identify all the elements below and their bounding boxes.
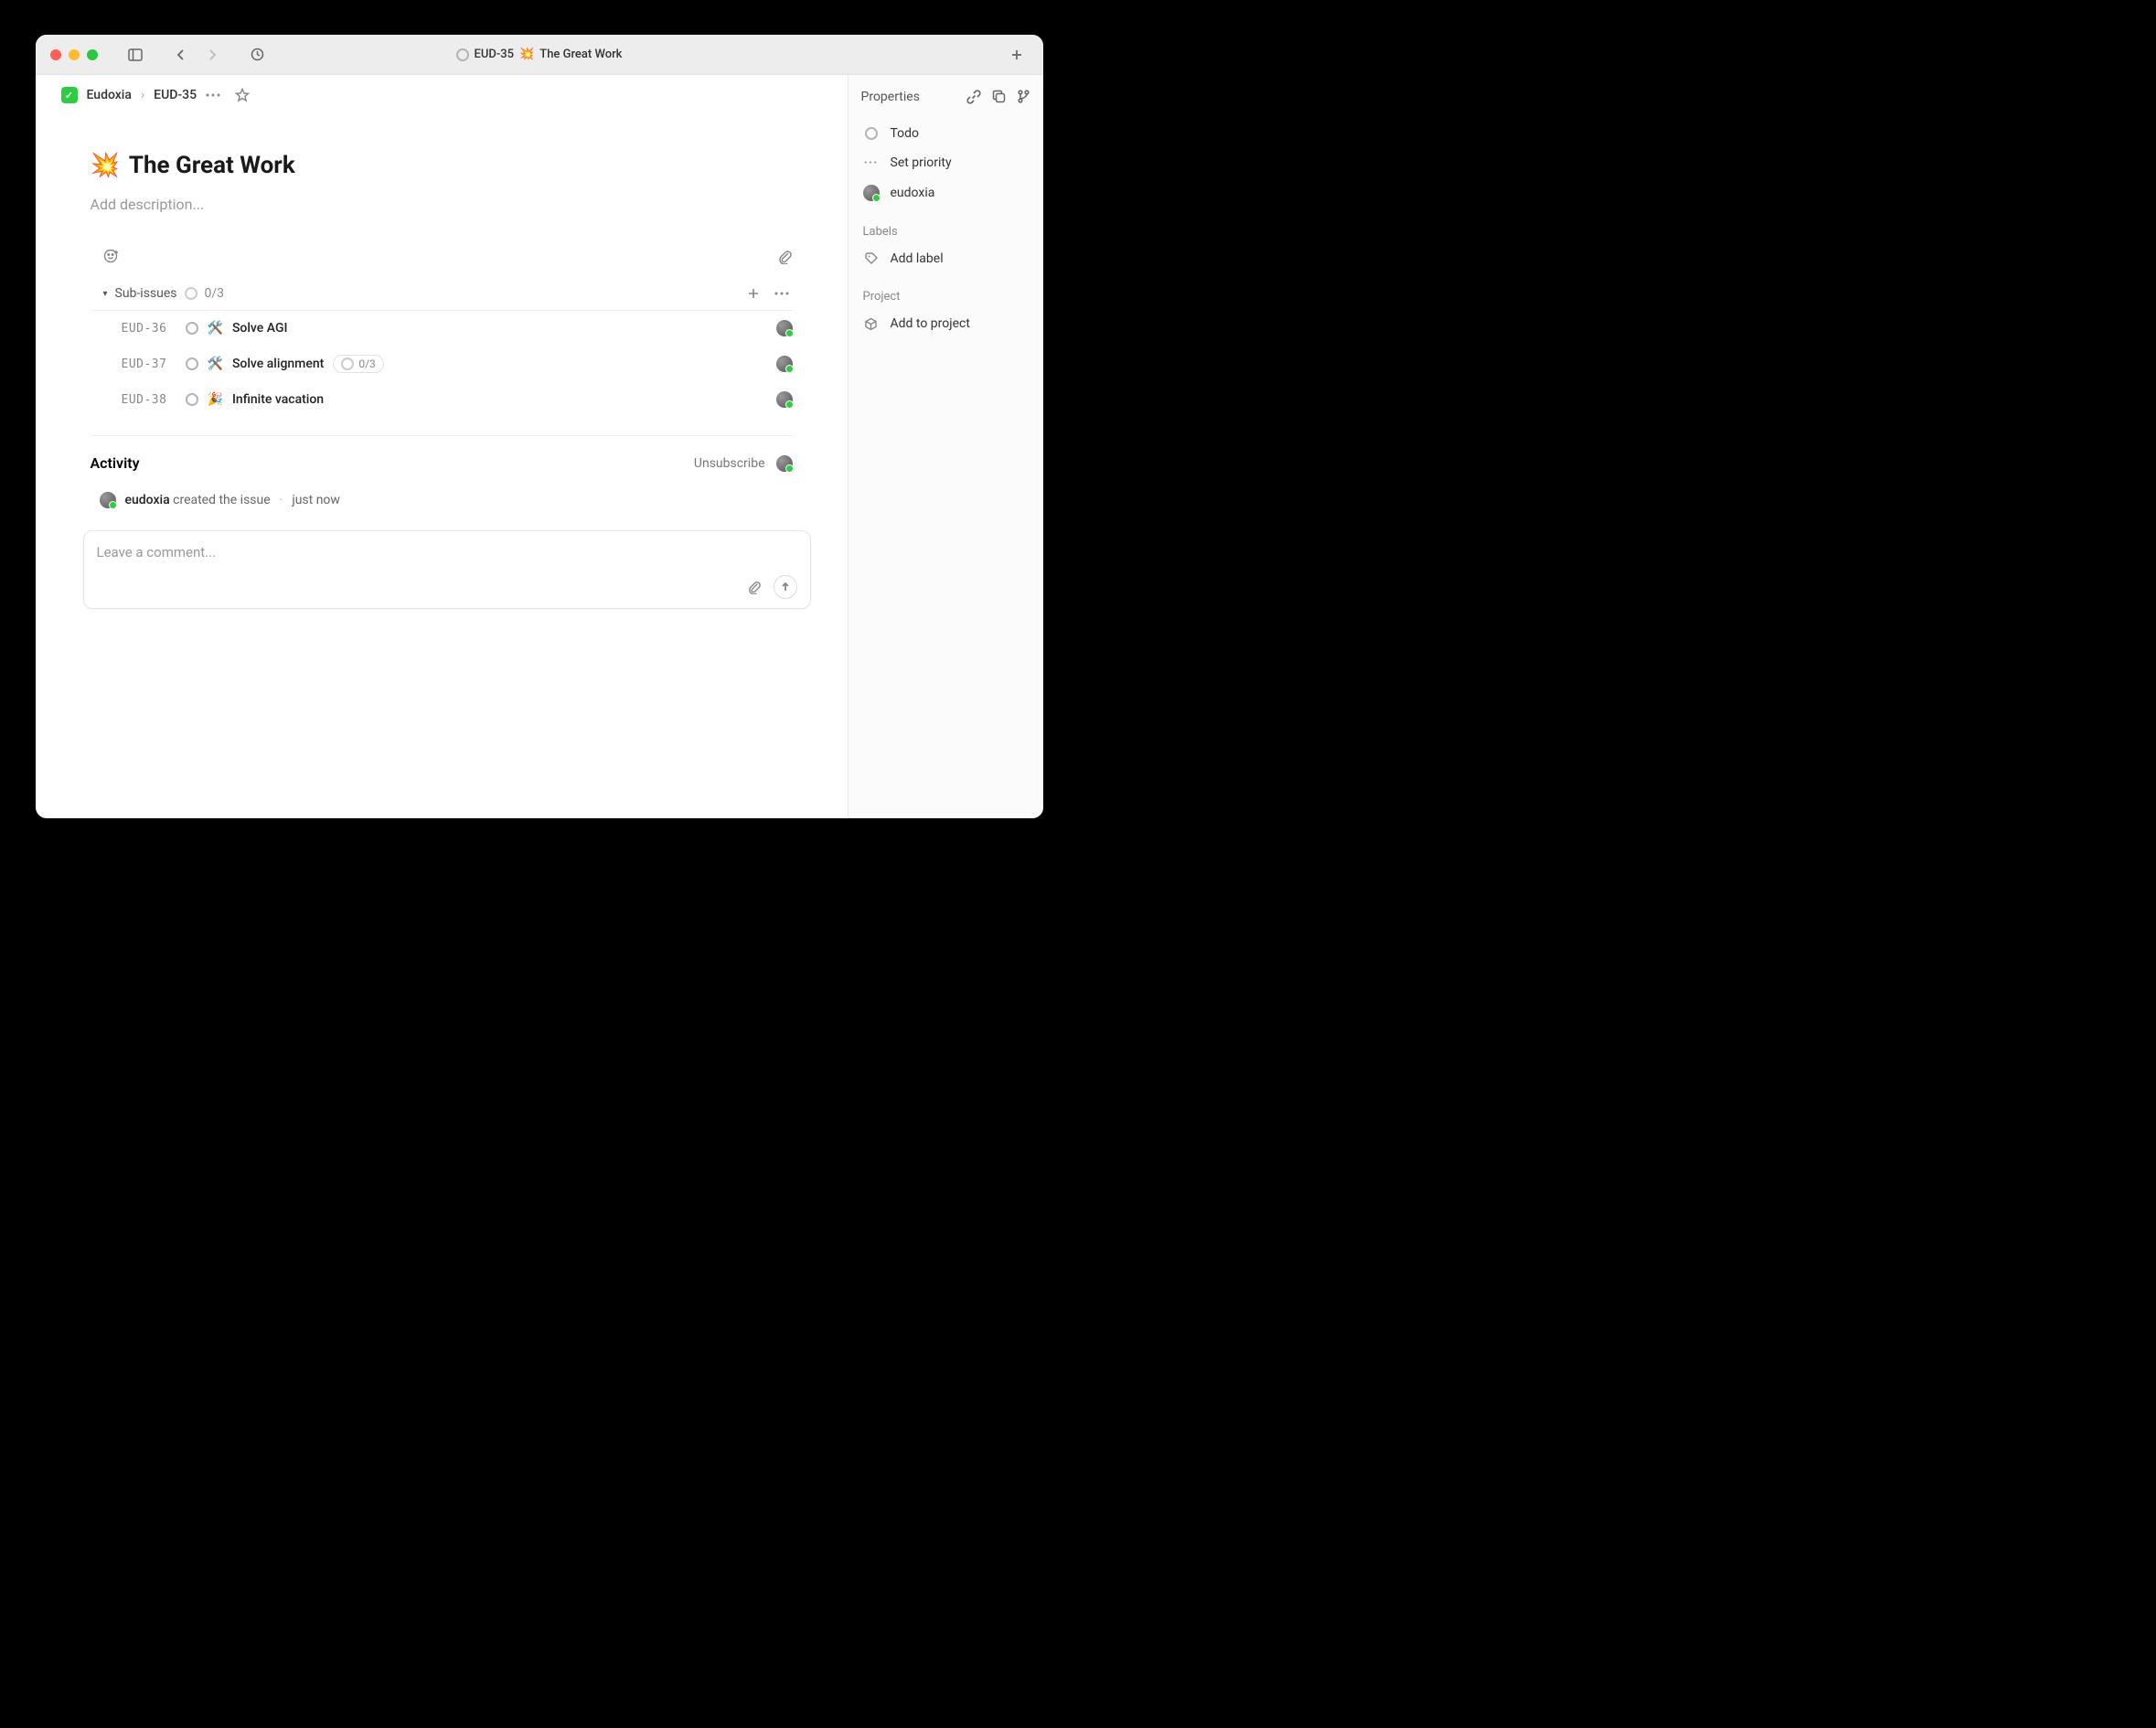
- subscriber-avatar[interactable]: [776, 455, 793, 472]
- titlebar: EUD-35 💥 The Great Work: [36, 35, 1043, 75]
- close-window-button[interactable]: [50, 49, 61, 60]
- properties-label: Properties: [861, 90, 920, 104]
- subissue-id: EUD-37: [122, 357, 176, 371]
- add-project-button[interactable]: Add to project: [861, 309, 1030, 338]
- breadcrumb-separator: ›: [141, 88, 144, 102]
- subissues-count: 0/3: [205, 286, 225, 301]
- branch-button[interactable]: [1017, 90, 1030, 104]
- breadcrumb: ✓ Eudoxia › EUD-35: [36, 75, 848, 115]
- add-label-button[interactable]: Add label: [861, 244, 1030, 273]
- progress-icon: [185, 287, 197, 300]
- title-emoji: 💥: [519, 48, 534, 61]
- subissue-status-icon[interactable]: [186, 393, 198, 406]
- activity-time: just now: [292, 493, 340, 507]
- history-button[interactable]: [246, 43, 270, 67]
- subissues-more-button[interactable]: [771, 292, 793, 295]
- subissue-id: EUD-38: [122, 393, 176, 407]
- comment-box: Leave a comment...: [83, 530, 811, 609]
- nav-forward-button[interactable]: [200, 43, 224, 67]
- assignee-avatar-icon: [863, 185, 880, 201]
- unsubscribe-button[interactable]: Unsubscribe: [694, 456, 765, 471]
- progress-icon: [341, 357, 354, 370]
- subissue-id: EUD-36: [122, 322, 176, 336]
- traffic-lights: [50, 49, 98, 60]
- issue-title-row: 💥 The Great Work: [91, 152, 793, 179]
- add-emoji-button[interactable]: [103, 248, 120, 264]
- project-badge-icon: ✓: [61, 87, 78, 103]
- nav-back-button[interactable]: [169, 43, 193, 67]
- add-label-text: Add label: [891, 251, 944, 266]
- assignee-value: eudoxia: [891, 186, 935, 200]
- project-heading: Project: [863, 290, 1030, 304]
- subissue-emoji: 🎉: [208, 392, 223, 407]
- main-panel: ✓ Eudoxia › EUD-35 💥 The Great Work Add …: [36, 75, 849, 818]
- comment-input[interactable]: Leave a comment...: [97, 544, 797, 560]
- subissue-progress-pill: 0/3: [333, 355, 383, 373]
- attach-button[interactable]: [777, 249, 793, 264]
- activity-user[interactable]: eudoxia: [125, 493, 170, 507]
- subissue-status-icon[interactable]: [186, 357, 198, 370]
- activity-avatar: [100, 492, 116, 508]
- label-icon: [865, 252, 878, 265]
- subissue-assignee-avatar[interactable]: [776, 391, 793, 408]
- labels-heading: Labels: [863, 225, 1030, 239]
- properties-sidebar: Properties Todo ···: [849, 75, 1043, 818]
- subissue-title: Solve alignment: [232, 357, 324, 371]
- subissue-title: Solve AGI: [232, 321, 288, 336]
- minimize-window-button[interactable]: [69, 49, 80, 60]
- comment-attach-button[interactable]: [742, 575, 766, 599]
- status-icon: [865, 127, 878, 140]
- issue-emoji[interactable]: 💥: [91, 152, 120, 179]
- title-text: The Great Work: [539, 48, 622, 61]
- subissue-assignee-avatar[interactable]: [776, 356, 793, 372]
- subissue-emoji: 🛠️: [208, 321, 223, 336]
- toggle-sidebar-button[interactable]: [123, 43, 147, 67]
- subissue-emoji: 🛠️: [208, 357, 223, 371]
- status-value: Todo: [891, 126, 920, 141]
- activity-heading: Activity: [91, 454, 140, 472]
- subissue-row[interactable]: EUD-37 🛠️ Solve alignment 0/3: [91, 346, 793, 382]
- status-circle-icon: [456, 48, 469, 61]
- window-title: EUD-35 💥 The Great Work: [456, 48, 623, 61]
- add-project-text: Add to project: [891, 316, 970, 331]
- activity-action: created the issue: [173, 493, 271, 507]
- breadcrumb-more-button[interactable]: [206, 93, 220, 97]
- copy-issue-button[interactable]: [992, 90, 1006, 104]
- title-issue-id: EUD-35: [475, 48, 515, 61]
- priority-value: Set priority: [891, 155, 952, 170]
- subissue-row[interactable]: EUD-36 🛠️ Solve AGI: [91, 311, 793, 346]
- subissue-row[interactable]: EUD-38 🎉 Infinite vacation: [91, 382, 793, 417]
- app-window: EUD-35 💥 The Great Work ✓ Eudoxia › EUD-…: [36, 35, 1043, 818]
- activity-list: eudoxia created the issue·just now: [91, 488, 793, 512]
- subissue-assignee-avatar[interactable]: [776, 320, 793, 336]
- collapse-toggle[interactable]: ▾: [103, 289, 108, 299]
- breadcrumb-issue[interactable]: EUD-35: [154, 88, 197, 102]
- issue-title[interactable]: The Great Work: [129, 152, 295, 179]
- comment-submit-button[interactable]: [774, 575, 797, 599]
- priority-icon: ···: [864, 155, 879, 170]
- subissue-list: EUD-36 🛠️ Solve AGI EUD-37 🛠️ Solve alignment…: [91, 311, 793, 417]
- assignee-selector[interactable]: eudoxia: [861, 177, 1030, 208]
- maximize-window-button[interactable]: [87, 49, 98, 60]
- new-tab-button[interactable]: [1005, 43, 1029, 67]
- add-subissue-button[interactable]: [743, 287, 763, 300]
- subissues-label: Sub-issues: [115, 286, 177, 301]
- favorite-button[interactable]: [235, 88, 250, 102]
- project-icon: [864, 317, 878, 331]
- subissue-title: Infinite vacation: [232, 392, 324, 407]
- subissues-header: ▾ Sub-issues 0/3: [91, 281, 793, 311]
- subissue-status-icon[interactable]: [186, 322, 198, 335]
- divider: [91, 435, 793, 436]
- priority-selector[interactable]: ··· Set priority: [861, 148, 1030, 177]
- description-input[interactable]: Add description...: [91, 196, 793, 213]
- copy-link-button[interactable]: [966, 90, 981, 104]
- status-selector[interactable]: Todo: [861, 119, 1030, 148]
- breadcrumb-project[interactable]: Eudoxia: [87, 88, 132, 102]
- activity-item: eudoxia created the issue·just now: [91, 488, 793, 512]
